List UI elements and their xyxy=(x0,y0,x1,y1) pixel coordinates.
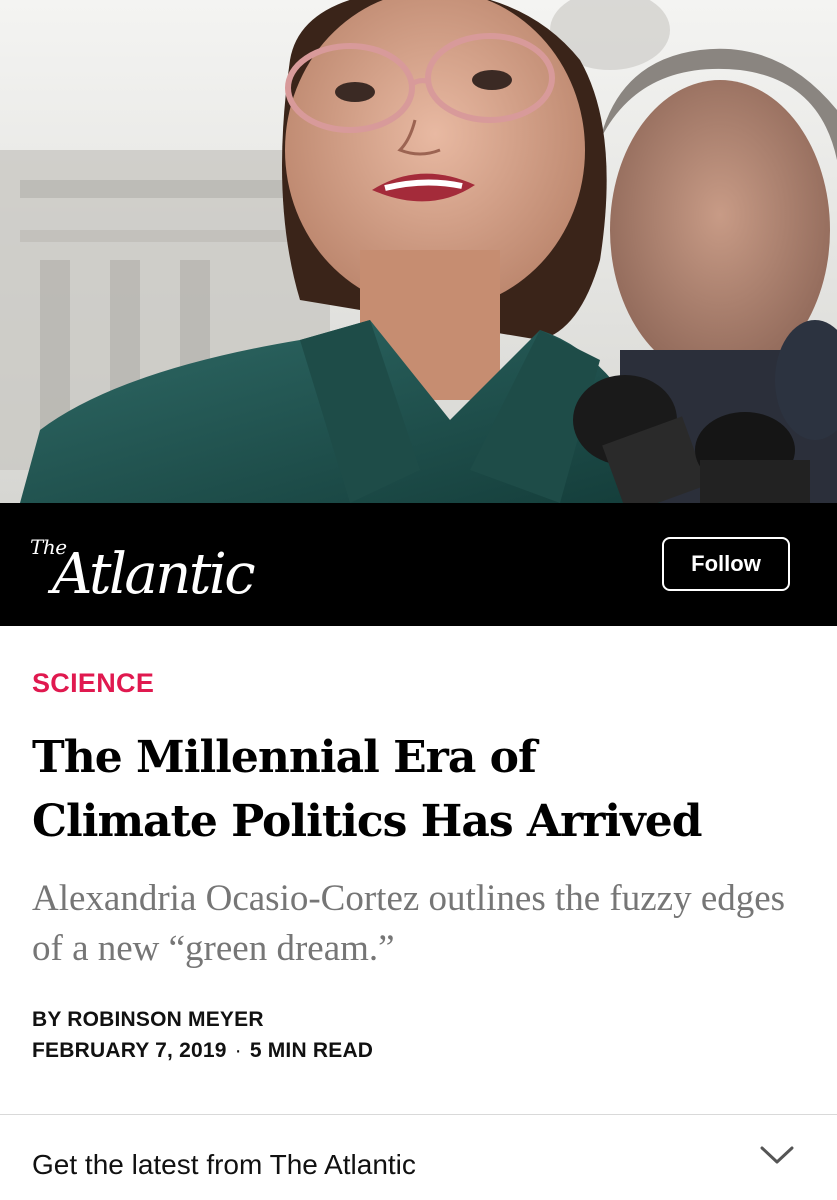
headline-line-1: The Millennial Era of xyxy=(32,732,537,783)
byline[interactable]: BY ROBINSON MEYER xyxy=(32,1008,264,1032)
meta-separator: · xyxy=(234,1039,242,1062)
article-meta: FEBRUARY 7, 2019 · 5 MIN READ xyxy=(32,1039,373,1063)
read-time: 5 MIN READ xyxy=(249,1039,374,1062)
article-headline: The Millennial Era of Climate Politics H… xyxy=(32,726,822,854)
article-page: The Atlantic Follow SCIENCE The Millenni… xyxy=(0,0,837,1200)
section-label[interactable]: SCIENCE xyxy=(32,668,154,699)
chevron-down-icon[interactable] xyxy=(760,1145,794,1165)
headline-line-2: Climate Politics Has Arrived xyxy=(32,796,702,847)
newsletter-signup-row[interactable]: Get the latest from The Atlantic xyxy=(0,1115,837,1200)
hero-photo xyxy=(0,0,837,503)
atlantic-logo[interactable]: The Atlantic xyxy=(30,525,270,607)
newsletter-label: Get the latest from The Atlantic xyxy=(32,1149,416,1180)
logo-name: Atlantic xyxy=(52,542,256,607)
follow-button[interactable]: Follow xyxy=(662,537,790,591)
publish-date: FEBRUARY 7, 2019 xyxy=(32,1039,227,1062)
publisher-bar: The Atlantic Follow xyxy=(0,503,837,626)
article-subheadline: Alexandria Ocasio-Cortez outlines the fu… xyxy=(32,878,786,969)
